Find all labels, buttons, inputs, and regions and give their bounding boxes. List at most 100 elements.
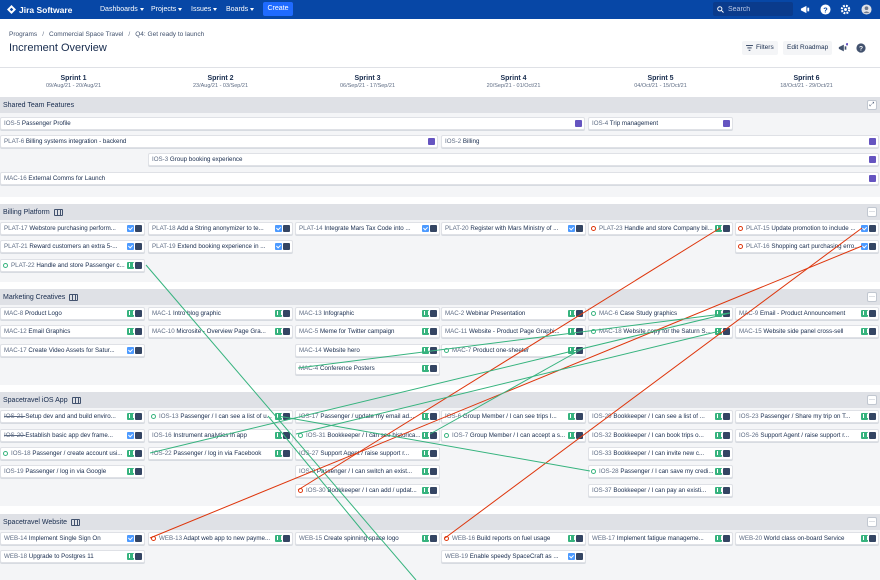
issue-card[interactable]: MAC-13 Infographic: [295, 307, 440, 320]
issue-card[interactable]: IOS-4 Trip management: [588, 117, 733, 130]
dependency-handle-icon[interactable]: [444, 348, 449, 353]
issue-card[interactable]: MAC-9 Email - Product Announcement: [735, 307, 879, 320]
issue-card[interactable]: IOS-26 Support Agent / raise support r..…: [735, 429, 879, 442]
issue-card[interactable]: IOS-33 Bookkeeper / I can invite new c..…: [588, 447, 733, 460]
issue-card[interactable]: IOS-20 Establish basic app dev frame...: [0, 429, 145, 442]
help-icon[interactable]: ?: [820, 4, 831, 15]
issue-card[interactable]: MAC-11 Website - Product Page Graphi...: [441, 325, 586, 338]
create-button[interactable]: Create: [263, 2, 293, 16]
more-options-icon[interactable]: ···: [867, 395, 877, 405]
filters-button[interactable]: Filters: [742, 41, 778, 55]
issue-card[interactable]: MAC-12 Email Graphics: [0, 325, 145, 338]
issue-card[interactable]: WEB-14 Implement Single Sign On: [0, 532, 145, 545]
issue-card[interactable]: MAC-2 Webinar Presentation: [441, 307, 586, 320]
issue-card[interactable]: IOS-21 Setup dev and and build enviro...: [0, 410, 145, 423]
announcement-icon[interactable]: [838, 43, 848, 53]
issue-card[interactable]: MAC-15 Website side panel cross-sell: [735, 325, 879, 338]
issue-card[interactable]: WEB-13 Adapt web app to new payme...: [148, 532, 293, 545]
issue-card[interactable]: MAC-4 Conference Posters: [295, 362, 440, 375]
issue-card[interactable]: IOS-29 Bookkeeper / I can see a list of …: [588, 410, 733, 423]
issue-card[interactable]: IOS-9 Passenger / I can switch an exist.…: [295, 465, 440, 478]
issue-card[interactable]: IOS-7 Group Member / I can accept a s...: [441, 429, 586, 442]
issue-card[interactable]: MAC-14 Website hero: [295, 344, 440, 357]
issue-card[interactable]: IOS-17 Passenger / update my email ad...: [295, 410, 440, 423]
issue-card[interactable]: MAC-10 Microsite - Overview Page Gra...: [148, 325, 293, 338]
issue-card[interactable]: PLAT-17 Webstore purchasing perform...: [0, 222, 145, 235]
issue-card[interactable]: IOS-3 Group booking experience: [148, 153, 879, 166]
dependency-handle-icon[interactable]: [151, 414, 156, 419]
issue-card[interactable]: IOS-16 Instrument analytics in app: [148, 429, 293, 442]
board-icon[interactable]: [71, 396, 81, 404]
board-icon[interactable]: [69, 293, 79, 301]
issue-card[interactable]: IOS-23 Passenger / Share my trip on T...: [735, 410, 879, 423]
issue-card[interactable]: IOS-18 Passenger / create account usi...: [0, 447, 145, 460]
breadcrumb-increment[interactable]: Q4: Get ready to launch: [135, 31, 204, 38]
issue-card[interactable]: WEB-19 Enable speedy SpaceCraft as ...: [441, 550, 586, 563]
more-options-icon[interactable]: ···: [867, 207, 877, 217]
issue-card[interactable]: PLAT-6 Billing systems integration - bac…: [0, 135, 438, 148]
board-icon[interactable]: [53, 208, 63, 216]
jira-logo[interactable]: Jira Software: [7, 3, 72, 16]
issue-card[interactable]: WEB-18 Upgrade to Postgres 11: [0, 550, 145, 563]
search-box[interactable]: [713, 2, 793, 16]
dependency-handle-icon[interactable]: [444, 536, 449, 541]
dependency-handle-icon[interactable]: [3, 451, 8, 456]
issue-card[interactable]: PLAT-15 Update promotion to include ...: [735, 222, 879, 235]
expand-icon[interactable]: ⤢: [867, 100, 877, 110]
settings-gear-icon[interactable]: [840, 4, 851, 15]
issue-card[interactable]: IOS-13 Passenger / I can see a list of u…: [148, 410, 293, 423]
board-icon[interactable]: [71, 518, 81, 526]
issue-card[interactable]: PLAT-14 Integrate Mars Tax Code into ...: [295, 222, 440, 235]
dependency-handle-icon[interactable]: [591, 311, 596, 316]
issue-card[interactable]: MAC-17 Create Video Assets for Satur...: [0, 344, 145, 357]
megaphone-icon[interactable]: [800, 4, 811, 15]
search-input[interactable]: [728, 5, 788, 13]
issue-card[interactable]: PLAT-23 Handle and store Company bil...: [588, 222, 733, 235]
issue-card[interactable]: IOS-22 Passenger / log in via Facebook: [148, 447, 293, 460]
nav-issues[interactable]: Issues: [191, 4, 218, 15]
issue-card[interactable]: WEB-15 Create spinning space logo: [295, 532, 440, 545]
issue-card[interactable]: MAC-16 External Comms for Launch: [0, 172, 879, 185]
more-options-icon[interactable]: ···: [867, 517, 877, 527]
issue-card[interactable]: MAC-5 Meme for Twitter campaign: [295, 325, 440, 338]
nav-projects[interactable]: Projects: [151, 4, 183, 15]
issue-card[interactable]: PLAT-21 Reward customers an extra 5-...: [0, 240, 145, 253]
issue-card[interactable]: MAC-6 Case Study graphics: [588, 307, 733, 320]
dependency-handle-icon[interactable]: [444, 433, 449, 438]
nav-dashboards[interactable]: Dashboards: [100, 4, 144, 15]
issue-card[interactable]: IOS-2 Billing: [441, 135, 879, 148]
breadcrumb-program[interactable]: Commercial Space Travel: [49, 31, 123, 38]
issue-card[interactable]: IOS-31 Bookkeeper / I can see historica.…: [295, 429, 440, 442]
issue-card[interactable]: IOS-19 Passenger / log in via Google: [0, 465, 145, 478]
issue-card[interactable]: MAC-1 Intro blog graphic: [148, 307, 293, 320]
issue-card[interactable]: IOS-6 Group Member / I can see trips I..…: [441, 410, 586, 423]
dependency-handle-icon[interactable]: [151, 536, 156, 541]
issue-card[interactable]: PLAT-22 Handle and store Passenger c...: [0, 259, 145, 272]
issue-card[interactable]: MAC-18 Website copy for the Saturn S...: [588, 325, 733, 338]
issue-card[interactable]: PLAT-20 Register with Mars Ministry of .…: [441, 222, 586, 235]
issue-card[interactable]: IOS-30 Bookkeeper / I can add / updat...: [295, 484, 440, 497]
dependency-handle-icon[interactable]: [591, 329, 596, 334]
dependency-handle-icon[interactable]: [591, 226, 596, 231]
nav-boards[interactable]: Boards: [226, 4, 255, 15]
dependency-handle-icon[interactable]: [298, 433, 303, 438]
issue-card[interactable]: PLAT-16 Shopping cart purchasing erro...: [735, 240, 879, 253]
issue-card[interactable]: PLAT-18 Add a String anonymizer to te...: [148, 222, 293, 235]
user-avatar-icon[interactable]: [861, 4, 872, 15]
breadcrumb-programs[interactable]: Programs: [9, 31, 37, 38]
dependency-handle-icon[interactable]: [738, 226, 743, 231]
dependency-handle-icon[interactable]: [298, 488, 303, 493]
help-icon[interactable]: ?: [856, 43, 866, 53]
issue-card[interactable]: PLAT-19 Extend booking experience in ...: [148, 240, 293, 253]
dependency-handle-icon[interactable]: [738, 244, 743, 249]
issue-card[interactable]: WEB-16 Build reports on fuel usage: [441, 532, 586, 545]
issue-card[interactable]: IOS-5 Passenger Profile: [0, 117, 585, 130]
dependency-handle-icon[interactable]: [3, 263, 8, 268]
issue-card[interactable]: IOS-28 Passenger / I can save my credi..…: [588, 465, 733, 478]
issue-card[interactable]: MAC-8 Product Logo: [0, 307, 145, 320]
issue-card[interactable]: IOS-27 Support Agent / raise support r..…: [295, 447, 440, 460]
issue-card[interactable]: WEB-17 Implement fatigue manageme...: [588, 532, 733, 545]
edit-roadmap-button[interactable]: Edit Roadmap: [783, 41, 833, 55]
more-options-icon[interactable]: ···: [867, 292, 877, 302]
dependency-handle-icon[interactable]: [591, 469, 596, 474]
